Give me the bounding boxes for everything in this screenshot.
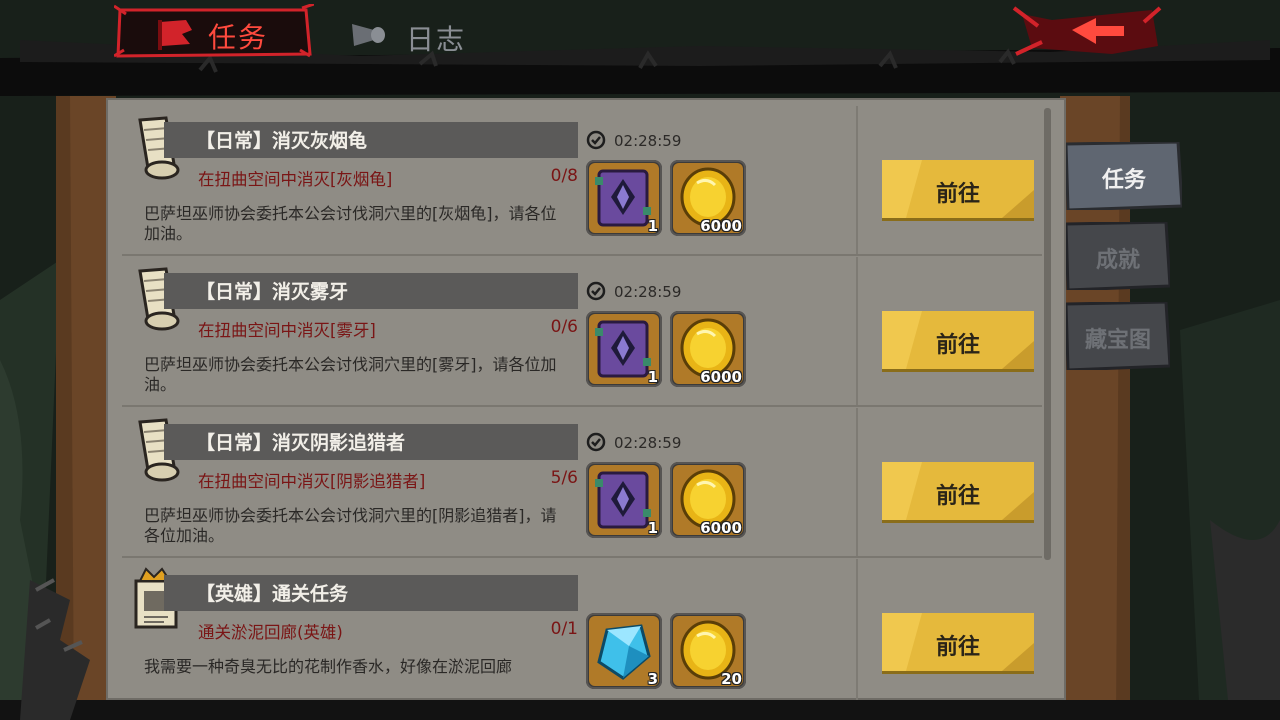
go-button[interactable]: 前往	[882, 311, 1034, 369]
quest-timer: 02:28:59	[614, 434, 682, 452]
reward-count: 1	[647, 217, 658, 235]
quest-title: 【日常】消灭灰烟龟	[196, 130, 368, 152]
reward-count: 1	[647, 368, 658, 386]
quest-flag-icon	[158, 20, 192, 50]
timer-icon	[586, 281, 606, 301]
quest-timer: 02:28:59	[614, 132, 682, 150]
reward-slot[interactable]: 6000	[670, 311, 746, 387]
column-divider	[856, 559, 858, 700]
quest-progress: 5/6	[550, 468, 578, 488]
side-tab-achievements-label: 成就	[1095, 248, 1140, 273]
side-tab-treasure-map[interactable]: 藏宝图	[1066, 302, 1170, 370]
go-button-label: 前往	[935, 182, 980, 207]
reward-count: 3	[647, 670, 658, 688]
reward-slot[interactable]: 1	[586, 160, 662, 236]
go-button[interactable]: 前往	[882, 160, 1034, 218]
quest-description: 我需要一种奇臭无比的花制作香水，好像在淤泥回廊	[144, 657, 513, 676]
reward-slot[interactable]: 1	[586, 311, 662, 387]
quest-title: 【英雄】通关任务	[196, 583, 349, 605]
reward-count: 6000	[700, 519, 742, 537]
side-tab-achievements[interactable]: 成就	[1066, 222, 1170, 290]
back-button[interactable]	[1012, 6, 1162, 58]
quest-progress: 0/8	[550, 166, 578, 186]
go-button-label: 前往	[935, 484, 980, 509]
quest-title: 【日常】消灭阴影追猎者	[196, 432, 406, 454]
quest-list-panel[interactable]: 【日常】消灭灰烟龟 在扭曲空间中消灭[灰烟龟] 0/8 巴萨坦巫师协会委托本公会…	[106, 98, 1066, 700]
quest-objective: 在扭曲空间中消灭[雾牙]	[198, 321, 376, 340]
horn-icon	[352, 24, 385, 46]
quest-description: 巴萨坦巫师协会委托本公会讨伐洞穴里的[雾牙]，请各位加油。	[144, 355, 557, 394]
reward-slot[interactable]: 6000	[670, 160, 746, 236]
reward-count: 1	[647, 519, 658, 537]
go-button[interactable]: 前往	[882, 613, 1034, 671]
quest-objective: 通关淤泥回廊(英雄)	[198, 623, 343, 642]
side-tab-quests[interactable]: 任务	[1066, 142, 1182, 210]
quest-objective: 在扭曲空间中消灭[阴影追猎者]	[198, 472, 426, 491]
go-button[interactable]: 前往	[882, 462, 1034, 520]
reward-count: 20	[721, 670, 742, 688]
quest-row: 【日常】消灭灰烟龟 在扭曲空间中消灭[灰烟龟] 0/8 巴萨坦巫师协会委托本公会…	[122, 106, 1042, 256]
tab-quests[interactable]: 任务	[114, 4, 314, 60]
quest-description: 巴萨坦巫师协会委托本公会讨伐洞穴里的[灰烟龟]，请各位加油。	[144, 204, 557, 243]
tab-quests-label: 任务	[208, 21, 269, 54]
quest-title: 【日常】消灭雾牙	[196, 281, 349, 303]
reward-slot[interactable]: 6000	[670, 462, 746, 538]
reward-slot[interactable]: 3	[586, 613, 662, 689]
timer-icon	[586, 130, 606, 150]
row-divider	[122, 556, 1042, 558]
side-tab-quests-label: 任务	[1101, 168, 1146, 193]
quest-objective: 在扭曲空间中消灭[灰烟龟]	[198, 170, 393, 189]
quest-row: 【英雄】通关任务 通关淤泥回廊(英雄) 0/1 我需要一种奇臭无比的花制作香水，…	[122, 559, 1042, 700]
row-divider	[122, 405, 1042, 407]
timer-icon	[586, 432, 606, 452]
tab-log[interactable]: 日志	[348, 10, 488, 56]
go-button-label: 前往	[935, 333, 980, 358]
quest-progress: 0/1	[550, 619, 578, 639]
reward-count: 6000	[700, 217, 742, 235]
quest-progress: 0/6	[550, 317, 578, 337]
reward-slot[interactable]: 20	[670, 613, 746, 689]
side-tab-treasure-map-label: 藏宝图	[1084, 328, 1151, 353]
quest-row: 【日常】消灭雾牙 在扭曲空间中消灭[雾牙] 0/6 巴萨坦巫师协会委托本公会讨伐…	[122, 257, 1042, 407]
column-divider	[856, 257, 858, 405]
quest-description: 巴萨坦巫师协会委托本公会讨伐洞穴里的[阴影追猎者]，请各位加油。	[144, 506, 557, 545]
reward-slot[interactable]: 1	[586, 462, 662, 538]
scrollbar[interactable]	[1044, 108, 1051, 560]
column-divider	[856, 106, 858, 254]
row-divider	[122, 254, 1042, 256]
quest-row: 【日常】消灭阴影追猎者 在扭曲空间中消灭[阴影追猎者] 5/6 巴萨坦巫师协会委…	[122, 408, 1042, 558]
column-divider	[856, 408, 858, 556]
quest-timer: 02:28:59	[614, 283, 682, 301]
go-button-label: 前往	[935, 635, 980, 660]
tab-log-label: 日志	[406, 23, 467, 56]
reward-count: 6000	[700, 368, 742, 386]
